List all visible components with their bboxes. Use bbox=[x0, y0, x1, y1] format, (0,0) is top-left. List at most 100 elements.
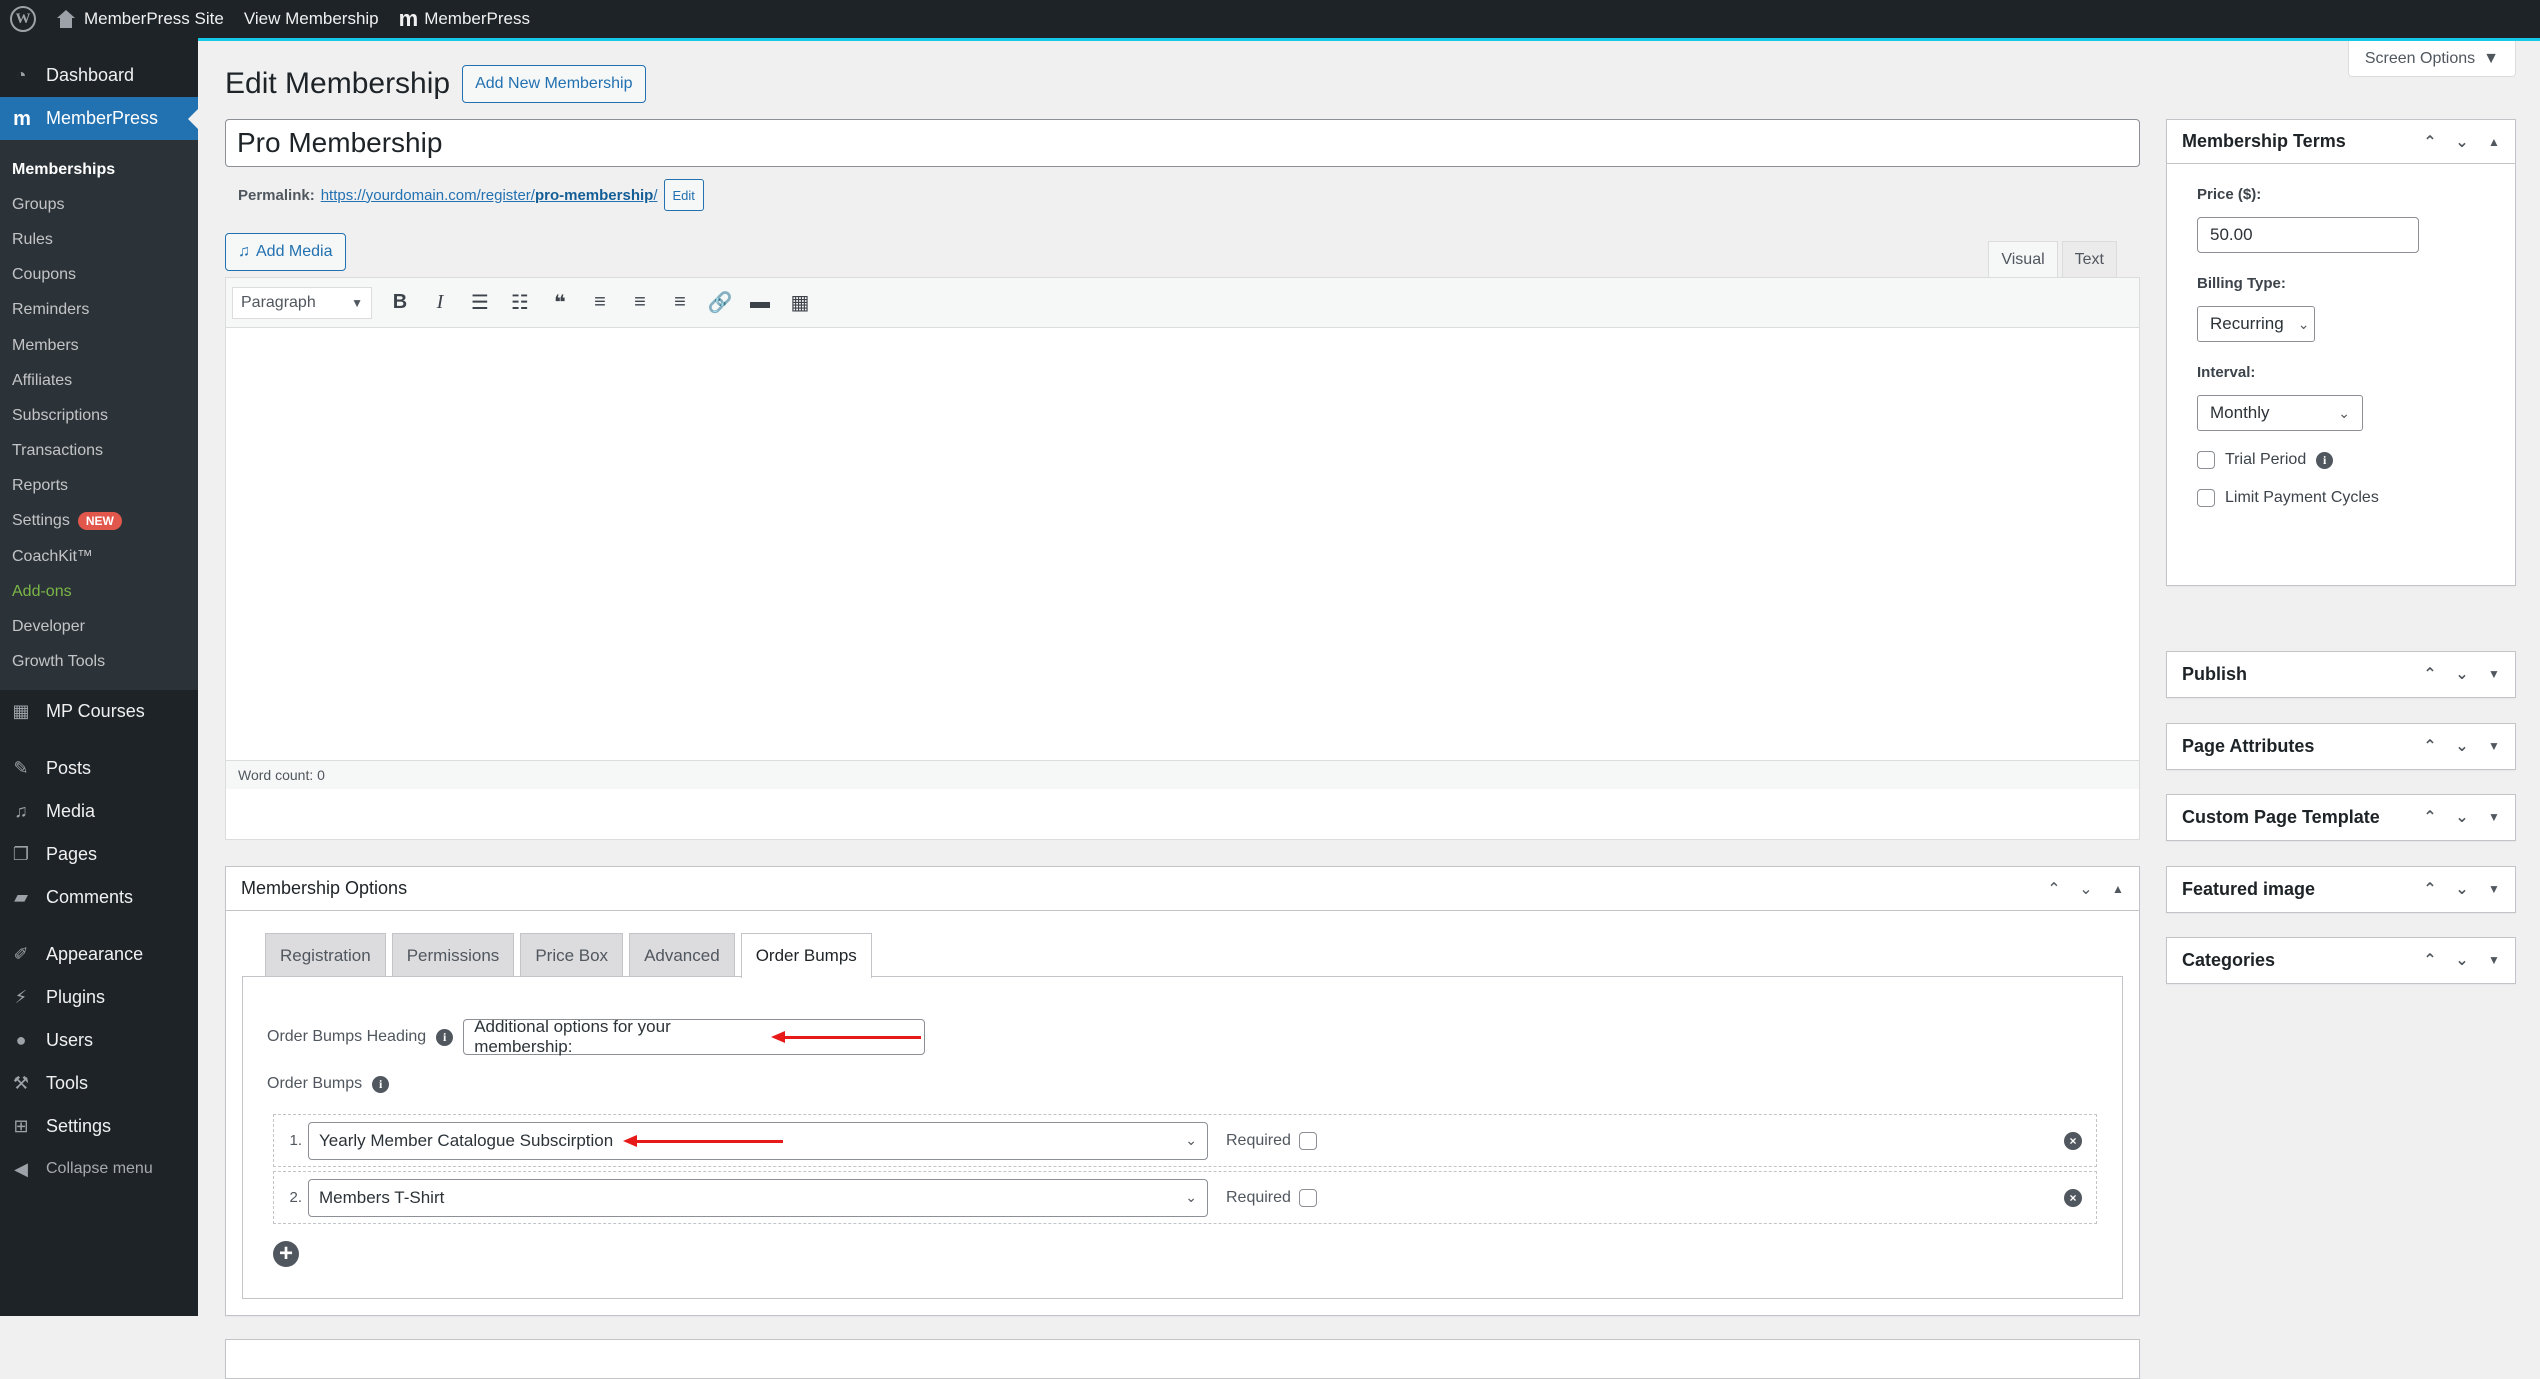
toggle-panel-icon[interactable]: ▼ bbox=[2483, 739, 2505, 753]
add-new-membership-button[interactable]: Add New Membership bbox=[462, 65, 646, 103]
align-left-icon[interactable]: ≡ bbox=[582, 286, 618, 320]
custom-page-template-header[interactable]: Custom Page Template ⌃ ⌄ ▼ bbox=[2167, 795, 2515, 839]
sidebar-item-tools[interactable]: ⚒ Tools bbox=[0, 1062, 198, 1105]
tab-advanced[interactable]: Advanced bbox=[629, 933, 735, 977]
submenu-groups[interactable]: Groups bbox=[0, 187, 198, 222]
move-up-icon[interactable]: ⌃ bbox=[2419, 807, 2441, 827]
numbered-list-icon[interactable]: ☷ bbox=[502, 286, 538, 320]
price-input[interactable]: 50.00 bbox=[2197, 217, 2419, 253]
sidebar-item-pages[interactable]: ❐ Pages bbox=[0, 833, 198, 876]
memberpress-link[interactable]: m MemberPress bbox=[389, 0, 540, 38]
site-name-link[interactable]: MemberPress Site bbox=[46, 0, 234, 38]
sidebar-item-plugins[interactable]: ⚡ Plugins bbox=[0, 976, 198, 1019]
info-icon[interactable]: i bbox=[436, 1028, 454, 1046]
submenu-addons[interactable]: Add-ons bbox=[0, 574, 198, 609]
move-up-icon[interactable]: ⌃ bbox=[2419, 879, 2441, 899]
submenu-settings[interactable]: Settings NEW bbox=[0, 504, 198, 539]
toggle-panel-icon[interactable]: ▼ bbox=[2483, 882, 2505, 896]
collapse-menu-button[interactable]: ◀ Collapse menu bbox=[0, 1148, 198, 1191]
sidebar-item-media[interactable]: ♫ Media bbox=[0, 790, 198, 833]
toggle-panel-icon[interactable]: ▼ bbox=[2483, 953, 2505, 967]
submenu-affiliates[interactable]: Affiliates bbox=[0, 363, 198, 398]
sidebar-item-appearance[interactable]: ✐ Appearance bbox=[0, 933, 198, 976]
move-down-icon[interactable]: ⌄ bbox=[2075, 879, 2097, 899]
remove-bump-icon[interactable]: × bbox=[2064, 1188, 2082, 1207]
toggle-panel-icon[interactable]: ▲ bbox=[2483, 135, 2505, 149]
sidebar-item-posts[interactable]: ✎ Posts bbox=[0, 747, 198, 790]
bold-icon[interactable]: B bbox=[382, 286, 418, 320]
order-bump-select[interactable]: Yearly Member Catalogue Subscirption ⌄ bbox=[308, 1121, 1208, 1160]
order-bump-select[interactable]: Members T-Shirt ⌄ bbox=[308, 1178, 1208, 1217]
view-membership-link[interactable]: View Membership bbox=[234, 0, 389, 38]
screen-options-button[interactable]: Screen Options ▼ bbox=[2347, 41, 2516, 77]
permalink-edit-button[interactable]: Edit bbox=[663, 179, 704, 211]
move-down-icon[interactable]: ⌄ bbox=[2451, 879, 2473, 899]
submenu-developer[interactable]: Developer bbox=[0, 609, 198, 644]
read-more-icon[interactable]: ▬ bbox=[742, 286, 778, 320]
add-media-button[interactable]: ♫ Add Media bbox=[225, 233, 346, 271]
toolbar-toggle-icon[interactable]: ▦ bbox=[782, 286, 818, 320]
post-title-input[interactable]: Pro Membership bbox=[225, 119, 2140, 167]
toggle-panel-icon[interactable]: ▼ bbox=[2483, 810, 2505, 824]
move-up-icon[interactable]: ⌃ bbox=[2419, 736, 2441, 756]
submenu-growth-tools[interactable]: Growth Tools bbox=[0, 645, 198, 680]
submenu-transactions[interactable]: Transactions bbox=[0, 434, 198, 469]
tab-registration[interactable]: Registration bbox=[265, 933, 386, 977]
move-down-icon[interactable]: ⌄ bbox=[2451, 132, 2473, 152]
tab-text[interactable]: Text bbox=[2061, 241, 2117, 277]
wp-logo-menu[interactable]: W bbox=[0, 0, 46, 38]
move-down-icon[interactable]: ⌄ bbox=[2451, 664, 2473, 684]
tab-visual[interactable]: Visual bbox=[1988, 241, 2058, 277]
submenu-subscriptions[interactable]: Subscriptions bbox=[0, 398, 198, 433]
submenu-members[interactable]: Members bbox=[0, 328, 198, 363]
limit-payment-cycles-checkbox[interactable] bbox=[2197, 489, 2215, 507]
sidebar-item-dashboard[interactable]: ◔ Dashboard bbox=[0, 54, 198, 97]
categories-header[interactable]: Categories ⌃ ⌄ ▼ bbox=[2167, 938, 2515, 982]
move-down-icon[interactable]: ⌄ bbox=[2451, 736, 2473, 756]
move-down-icon[interactable]: ⌄ bbox=[2451, 807, 2473, 827]
toggle-panel-icon[interactable]: ▼ bbox=[2483, 667, 2505, 681]
sidebar-item-users[interactable]: ● Users bbox=[0, 1019, 198, 1062]
submenu-reminders[interactable]: Reminders bbox=[0, 293, 198, 328]
align-right-icon[interactable]: ≡ bbox=[662, 286, 698, 320]
blockquote-icon[interactable]: ❝ bbox=[542, 286, 578, 320]
billing-type-select[interactable]: Recurring ⌄ bbox=[2197, 306, 2315, 342]
submenu-coachkit[interactable]: CoachKit™ bbox=[0, 539, 198, 574]
move-up-icon[interactable]: ⌃ bbox=[2419, 950, 2441, 970]
permalink-link[interactable]: https://yourdomain.com/register/pro-memb… bbox=[321, 187, 658, 204]
move-up-icon[interactable]: ⌃ bbox=[2419, 664, 2441, 684]
tab-order-bumps[interactable]: Order Bumps bbox=[740, 933, 872, 978]
move-up-icon[interactable]: ⌃ bbox=[2419, 132, 2441, 152]
editor-body[interactable] bbox=[226, 328, 2139, 772]
bullet-list-icon[interactable]: ☰ bbox=[462, 286, 498, 320]
toggle-panel-icon[interactable]: ▲ bbox=[2107, 882, 2129, 896]
sidebar-item-settings[interactable]: ⊞ Settings bbox=[0, 1105, 198, 1148]
format-select[interactable]: Paragraph ▼ bbox=[232, 286, 372, 319]
move-up-icon[interactable]: ⌃ bbox=[2043, 879, 2065, 899]
sidebar-item-memberpress[interactable]: m MemberPress bbox=[0, 97, 198, 140]
required-checkbox[interactable] bbox=[1298, 1188, 1317, 1207]
submenu-reports[interactable]: Reports bbox=[0, 469, 198, 504]
submenu-coupons[interactable]: Coupons bbox=[0, 258, 198, 293]
tab-price-box[interactable]: Price Box bbox=[520, 933, 624, 977]
remove-bump-icon[interactable]: × bbox=[2064, 1131, 2082, 1150]
required-checkbox[interactable] bbox=[1298, 1131, 1317, 1150]
submenu-memberships[interactable]: Memberships bbox=[0, 152, 198, 187]
page-attributes-header[interactable]: Page Attributes ⌃ ⌄ ▼ bbox=[2167, 724, 2515, 768]
order-bumps-heading-input[interactable]: Additional options for your membership: bbox=[463, 1017, 926, 1056]
sidebar-item-comments[interactable]: ▰ Comments bbox=[0, 876, 198, 919]
move-down-icon[interactable]: ⌄ bbox=[2451, 950, 2473, 970]
tab-permissions[interactable]: Permissions bbox=[391, 933, 515, 977]
info-icon[interactable]: i bbox=[2316, 451, 2334, 469]
info-icon[interactable]: i bbox=[372, 1075, 390, 1093]
submenu-rules[interactable]: Rules bbox=[0, 222, 198, 257]
link-icon[interactable]: 🔗 bbox=[702, 286, 738, 320]
interval-select[interactable]: Monthly ⌄ bbox=[2197, 395, 2363, 431]
featured-image-header[interactable]: Featured image ⌃ ⌄ ▼ bbox=[2167, 867, 2515, 911]
trial-period-checkbox[interactable] bbox=[2197, 451, 2215, 469]
italic-icon[interactable]: I bbox=[422, 286, 458, 320]
publish-header[interactable]: Publish ⌃ ⌄ ▼ bbox=[2167, 652, 2515, 696]
sidebar-item-mp-courses[interactable]: ▦ MP Courses bbox=[0, 690, 198, 733]
add-order-bump-icon[interactable]: + bbox=[273, 1241, 299, 1267]
align-center-icon[interactable]: ≡ bbox=[622, 286, 658, 320]
